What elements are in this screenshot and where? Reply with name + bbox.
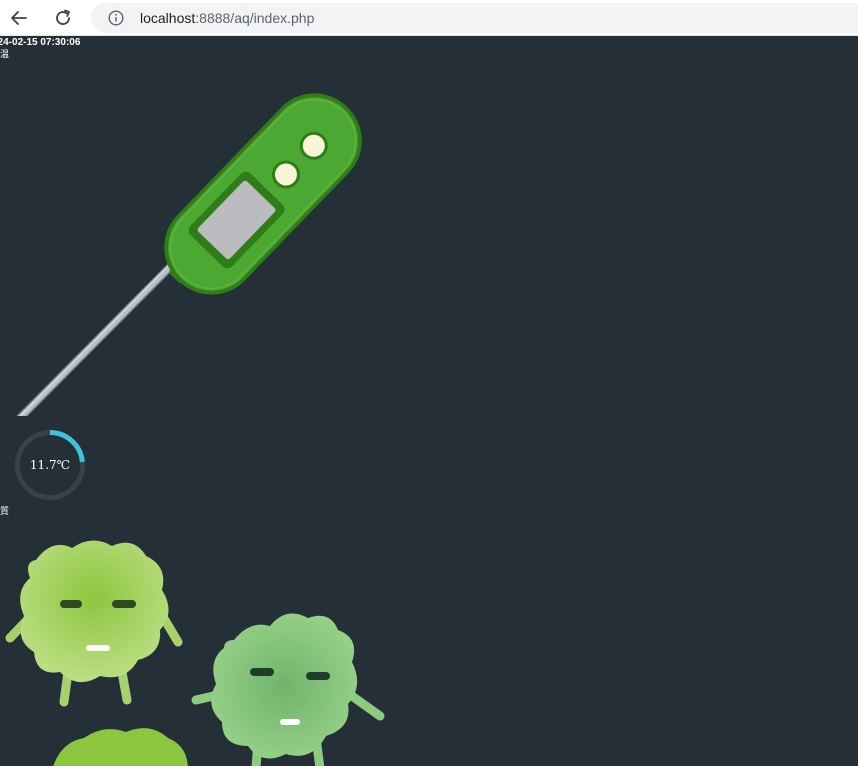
plankton-character-3 — [53, 728, 188, 766]
arrow-left-icon — [11, 11, 27, 25]
plankton-1-right-eye — [112, 600, 136, 608]
address-bar[interactable]: localhost:8888/aq/index.php — [91, 3, 858, 33]
timestamp: 024-02-15 07:30:06 — [0, 37, 81, 48]
plankton-character-1 — [5, 540, 183, 707]
thermometer-probe — [16, 257, 180, 416]
url-host: localhost — [140, 10, 196, 26]
reload-icon — [56, 9, 70, 25]
reload-button[interactable] — [49, 4, 77, 32]
water-temperature-value: 11.7℃ — [29, 458, 71, 472]
dashboard-page: 024-02-15 07:30:06 水温 11.7℃ 水質 — [0, 36, 858, 766]
plankton-1-left-eye — [60, 600, 82, 608]
browser-toolbar: localhost:8888/aq/index.php — [0, 0, 858, 36]
url-path: :8888/aq/index.php — [195, 10, 315, 26]
url-text[interactable]: localhost:8888/aq/index.php — [140, 10, 314, 26]
water-quality-label: 水質 — [0, 507, 10, 517]
plankton-illustration — [5, 540, 385, 766]
thermometer-illustration — [16, 93, 362, 416]
plankton-character-2 — [191, 613, 385, 766]
plankton-2-mouth — [280, 719, 300, 725]
info-icon[interactable] — [108, 10, 124, 26]
plankton-2-right-eye — [306, 672, 330, 680]
thermometer-body — [164, 93, 362, 295]
back-button[interactable] — [5, 4, 33, 32]
plankton-2-left-eye — [250, 668, 274, 676]
plankton-1-mouth — [86, 645, 110, 651]
